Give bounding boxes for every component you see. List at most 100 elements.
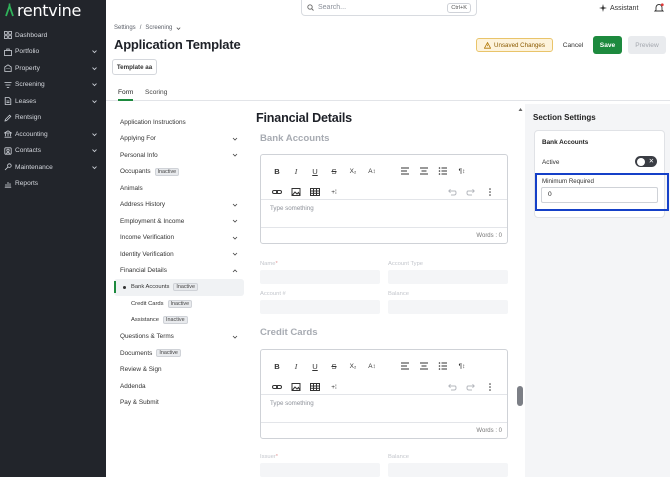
form-nav-item-income-verification[interactable]: Income Verification — [114, 230, 244, 247]
cancel-button[interactable]: Cancel — [560, 38, 586, 52]
sidebar-item-label: Reports — [15, 180, 39, 188]
form-content: Financial Details Bank Accounts B I U S X₂ A↕… — [256, 104, 518, 477]
brand-logo[interactable]: rentvine — [5, 1, 81, 20]
text-size-button[interactable]: A↕ — [366, 165, 378, 177]
form-nav-item-bank-accounts[interactable]: Bank Accounts Inactive — [114, 279, 244, 296]
link-icon[interactable] — [271, 381, 283, 393]
form-nav-item-documents[interactable]: Documents Inactive — [114, 345, 244, 362]
link-icon[interactable] — [271, 186, 283, 198]
sidebar-item-accounting[interactable]: Accounting — [0, 126, 106, 143]
preview-button[interactable]: Preview — [628, 36, 666, 54]
scroll-up-arrow-icon[interactable] — [518, 107, 523, 112]
active-toggle[interactable]: ✕ — [635, 156, 657, 167]
image-icon[interactable] — [290, 381, 302, 393]
sidebar-item-label: Rentsign — [15, 114, 42, 122]
sidebar-item-dashboard[interactable]: Dashboard — [0, 27, 106, 44]
bold-button[interactable]: B — [271, 165, 283, 177]
sidebar-item-label: Contacts — [15, 147, 42, 155]
strikethrough-button[interactable]: S — [328, 360, 340, 372]
align-center-icon[interactable] — [418, 165, 430, 177]
form-nav-item-address-history[interactable]: Address History — [114, 197, 244, 214]
table-icon[interactable] — [309, 381, 321, 393]
align-left-icon[interactable] — [399, 360, 411, 372]
cc-balance-field[interactable] — [388, 463, 508, 477]
sidebar-item-maintenance[interactable]: Maintenance — [0, 159, 106, 176]
underline-button[interactable]: U — [309, 165, 321, 177]
assistant-button[interactable]: Assistant — [599, 4, 638, 12]
search-icon — [307, 4, 314, 11]
editor-text-area[interactable]: Type something — [261, 394, 507, 407]
list-icon[interactable] — [437, 360, 449, 372]
align-left-icon[interactable] — [399, 165, 411, 177]
minimum-required-input[interactable]: 0 — [541, 187, 658, 203]
sidebar-item-screening[interactable]: Screening — [0, 77, 106, 94]
form-nav-item-assistance[interactable]: Assistance Inactive — [114, 312, 244, 329]
account-number-field[interactable] — [260, 300, 380, 314]
tab-form[interactable]: Form — [118, 89, 134, 101]
undo-icon[interactable] — [446, 186, 458, 198]
save-button[interactable]: Save — [593, 36, 622, 54]
sidebar-item-property[interactable]: Property — [0, 60, 106, 77]
align-center-icon[interactable] — [418, 360, 430, 372]
bold-button[interactable]: B — [271, 360, 283, 372]
more-vertical-icon[interactable] — [484, 186, 496, 198]
scrollbar-thumb[interactable] — [517, 386, 523, 406]
sidebar-item-reports[interactable]: Reports — [0, 176, 106, 193]
tab-scoring[interactable]: Scoring — [145, 89, 167, 96]
editor-toolbar-row-1: B I U S X₂ A↕ ¶↕ — [261, 356, 507, 376]
name-field[interactable] — [260, 270, 380, 284]
form-nav-item-credit-cards[interactable]: Credit Cards Inactive — [114, 296, 244, 313]
form-nav-item-animals[interactable]: Animals — [114, 180, 244, 197]
form-nav-item-occupants[interactable]: Occupants Inactive — [114, 164, 244, 181]
italic-button[interactable]: I — [290, 360, 302, 372]
breadcrumb-settings[interactable]: Settings — [114, 25, 136, 31]
form-nav-item-identity-verification[interactable]: Identity Verification — [114, 246, 244, 263]
editor-text-area[interactable]: Type something — [261, 199, 507, 212]
bank-accounts-editor[interactable]: B I U S X₂ A↕ ¶↕ +⁞ Type something Words : 0 — [260, 154, 508, 244]
italic-button[interactable]: I — [290, 165, 302, 177]
balance-field[interactable] — [388, 300, 508, 314]
form-nav-item-questions-terms[interactable]: Questions & Terms — [114, 329, 244, 346]
search-input[interactable]: Search... — [318, 4, 447, 11]
bell-icon[interactable] — [654, 3, 664, 13]
credit-cards-editor[interactable]: B I U S X₂ A↕ ¶↕ +⁞ Type something Words : 0 — [260, 349, 508, 439]
paragraph-button[interactable]: ¶↕ — [456, 165, 468, 177]
form-nav-item-pay-submit[interactable]: Pay & Submit — [114, 395, 244, 412]
sidebar-item-rentsign[interactable]: Rentsign — [0, 110, 106, 127]
subscript-button[interactable]: X₂ — [347, 165, 359, 177]
subscript-button[interactable]: X₂ — [347, 360, 359, 372]
underline-button[interactable]: U — [309, 360, 321, 372]
issuer-label: Issuer* — [260, 454, 279, 460]
image-icon[interactable] — [290, 186, 302, 198]
form-nav-item-personal-info[interactable]: Personal Info — [114, 147, 244, 164]
more-vertical-icon[interactable] — [484, 381, 496, 393]
breadcrumb-screening[interactable]: Screening — [145, 25, 172, 31]
chevron-down-icon[interactable] — [176, 26, 181, 31]
redo-icon[interactable] — [465, 186, 477, 198]
strikethrough-button[interactable]: S — [328, 165, 340, 177]
sidebar-item-leases[interactable]: Leases — [0, 93, 106, 110]
template-name-button[interactable]: Template aa — [112, 59, 157, 75]
section-settings-title: Section Settings — [533, 113, 596, 122]
table-icon[interactable] — [309, 186, 321, 198]
form-nav-item-financial-details[interactable]: Financial Details — [114, 263, 244, 280]
form-nav-item-review-sign[interactable]: Review & Sign — [114, 362, 244, 379]
insert-button[interactable]: +⁞ — [328, 186, 340, 198]
insert-button[interactable]: +⁞ — [328, 381, 340, 393]
form-nav-item-addenda[interactable]: Addenda — [114, 378, 244, 395]
form-nav-item-employment-income[interactable]: Employment & Income — [114, 213, 244, 230]
form-nav-label: Assistance — [131, 317, 160, 324]
form-nav-item-application-instructions[interactable]: Application Instructions — [114, 114, 244, 131]
account-type-field[interactable] — [388, 270, 508, 284]
sidebar-item-portfolio[interactable]: Portfolio — [0, 44, 106, 61]
issuer-field[interactable] — [260, 463, 380, 477]
paragraph-button[interactable]: ¶↕ — [456, 360, 468, 372]
redo-icon[interactable] — [465, 381, 477, 393]
undo-icon[interactable] — [446, 381, 458, 393]
word-count: Words : 0 — [476, 233, 502, 239]
form-nav-item-applying-for[interactable]: Applying For — [114, 131, 244, 148]
sidebar-item-contacts[interactable]: Contacts — [0, 143, 106, 160]
text-size-button[interactable]: A↕ — [366, 360, 378, 372]
list-icon[interactable] — [437, 165, 449, 177]
search-bar[interactable]: Search... Ctrl+K — [301, 0, 477, 16]
